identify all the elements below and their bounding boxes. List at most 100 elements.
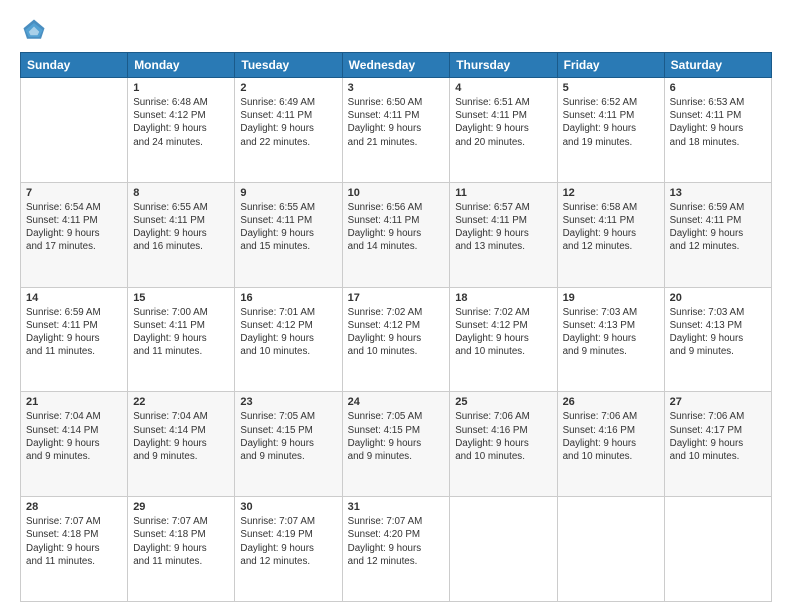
day-info: Sunrise: 7:07 AMSunset: 4:18 PMDaylight:… (26, 515, 122, 568)
weekday-header-saturday: Saturday (664, 53, 771, 78)
page: SundayMondayTuesdayWednesdayThursdayFrid… (0, 0, 792, 612)
week-row-1: 1 Sunrise: 6:48 AMSunset: 4:12 PMDaylight… (21, 78, 772, 183)
day-number: 14 (26, 292, 122, 304)
day-number: 26 (563, 396, 659, 408)
weekday-header-friday: Friday (557, 53, 664, 78)
calendar-cell (557, 497, 664, 602)
day-info: Sunrise: 6:48 AMSunset: 4:12 PMDaylight:… (133, 96, 229, 149)
calendar-cell: 12 Sunrise: 6:58 AMSunset: 4:11 PMDayligh… (557, 182, 664, 287)
day-info: Sunrise: 7:06 AMSunset: 4:17 PMDaylight:… (670, 410, 766, 463)
day-info: Sunrise: 7:03 AMSunset: 4:13 PMDaylight:… (563, 306, 659, 359)
day-info: Sunrise: 6:49 AMSunset: 4:11 PMDaylight:… (240, 96, 336, 149)
day-info: Sunrise: 7:02 AMSunset: 4:12 PMDaylight:… (455, 306, 551, 359)
calendar-cell: 29 Sunrise: 7:07 AMSunset: 4:18 PMDayligh… (128, 497, 235, 602)
calendar-cell: 11Sunrise: 6:57 AMSunset: 4:11 PMDayligh… (450, 182, 557, 287)
day-number: 1 (133, 82, 229, 94)
calendar-cell: 30Sunrise: 7:07 AMSunset: 4:19 PMDayligh… (235, 497, 342, 602)
day-number: 5 (563, 82, 659, 94)
calendar-cell: 6 Sunrise: 6:53 AMSunset: 4:11 PMDaylight… (664, 78, 771, 183)
week-row-4: 21 Sunrise: 7:04 AMSunset: 4:14 PMDayligh… (21, 392, 772, 497)
calendar-cell: 15 Sunrise: 7:00 AMSunset: 4:11 PMDayligh… (128, 287, 235, 392)
day-number: 13 (670, 187, 766, 199)
day-number: 31 (348, 501, 445, 513)
day-info: Sunrise: 6:54 AMSunset: 4:11 PMDaylight:… (26, 201, 122, 254)
calendar-table: SundayMondayTuesdayWednesdayThursdayFrid… (20, 52, 772, 602)
day-info: Sunrise: 6:55 AMSunset: 4:11 PMDaylight:… (133, 201, 229, 254)
day-number: 8 (133, 187, 229, 199)
day-info: Sunrise: 7:07 AMSunset: 4:18 PMDaylight:… (133, 515, 229, 568)
week-row-2: 7 Sunrise: 6:54 AMSunset: 4:11 PMDaylight… (21, 182, 772, 287)
day-number: 10 (348, 187, 445, 199)
day-number: 29 (133, 501, 229, 513)
day-info: Sunrise: 7:04 AMSunset: 4:14 PMDaylight:… (26, 410, 122, 463)
day-number: 19 (563, 292, 659, 304)
week-row-3: 14 Sunrise: 6:59 AMSunset: 4:11 PMDayligh… (21, 287, 772, 392)
day-number: 16 (240, 292, 336, 304)
day-info: Sunrise: 6:58 AMSunset: 4:11 PMDaylight:… (563, 201, 659, 254)
day-number: 25 (455, 396, 551, 408)
day-number: 18 (455, 292, 551, 304)
calendar-cell: 26 Sunrise: 7:06 AMSunset: 4:16 PMDayligh… (557, 392, 664, 497)
day-info: Sunrise: 7:04 AMSunset: 4:14 PMDaylight:… (133, 410, 229, 463)
calendar-cell (450, 497, 557, 602)
calendar-cell: 24 Sunrise: 7:05 AMSunset: 4:15 PMDayligh… (342, 392, 450, 497)
day-number: 24 (348, 396, 445, 408)
calendar-cell: 31 Sunrise: 7:07 AMSunset: 4:20 PMDayligh… (342, 497, 450, 602)
day-number: 3 (348, 82, 445, 94)
weekday-header-tuesday: Tuesday (235, 53, 342, 78)
calendar-cell: 2Sunrise: 6:49 AMSunset: 4:11 PMDaylight… (235, 78, 342, 183)
calendar-cell: 18 Sunrise: 7:02 AMSunset: 4:12 PMDayligh… (450, 287, 557, 392)
weekday-header-thursday: Thursday (450, 53, 557, 78)
day-number: 28 (26, 501, 122, 513)
day-info: Sunrise: 6:53 AMSunset: 4:11 PMDaylight:… (670, 96, 766, 149)
day-number: 4 (455, 82, 551, 94)
day-info: Sunrise: 7:03 AMSunset: 4:13 PMDaylight:… (670, 306, 766, 359)
calendar-cell: 20 Sunrise: 7:03 AMSunset: 4:13 PMDayligh… (664, 287, 771, 392)
day-info: Sunrise: 6:59 AMSunset: 4:11 PMDaylight:… (26, 306, 122, 359)
day-info: Sunrise: 6:52 AMSunset: 4:11 PMDaylight:… (563, 96, 659, 149)
calendar-cell: 4 Sunrise: 6:51 AMSunset: 4:11 PMDaylight… (450, 78, 557, 183)
day-info: Sunrise: 7:06 AMSunset: 4:16 PMDaylight:… (563, 410, 659, 463)
day-number: 7 (26, 187, 122, 199)
day-number: 20 (670, 292, 766, 304)
day-info: Sunrise: 7:05 AMSunset: 4:15 PMDaylight:… (348, 410, 445, 463)
calendar-cell: 10Sunrise: 6:56 AMSunset: 4:11 PMDayligh… (342, 182, 450, 287)
calendar-cell: 21 Sunrise: 7:04 AMSunset: 4:14 PMDayligh… (21, 392, 128, 497)
weekday-header-row: SundayMondayTuesdayWednesdayThursdayFrid… (21, 53, 772, 78)
calendar-cell: 27 Sunrise: 7:06 AMSunset: 4:17 PMDayligh… (664, 392, 771, 497)
calendar-cell: 28 Sunrise: 7:07 AMSunset: 4:18 PMDayligh… (21, 497, 128, 602)
calendar-cell: 1 Sunrise: 6:48 AMSunset: 4:12 PMDaylight… (128, 78, 235, 183)
day-info: Sunrise: 6:51 AMSunset: 4:11 PMDaylight:… (455, 96, 551, 149)
logo (20, 16, 52, 44)
day-info: Sunrise: 7:00 AMSunset: 4:11 PMDaylight:… (133, 306, 229, 359)
calendar-cell: 7 Sunrise: 6:54 AMSunset: 4:11 PMDaylight… (21, 182, 128, 287)
calendar-cell: 16 Sunrise: 7:01 AMSunset: 4:12 PMDayligh… (235, 287, 342, 392)
day-info: Sunrise: 6:55 AMSunset: 4:11 PMDaylight:… (240, 201, 336, 254)
day-number: 15 (133, 292, 229, 304)
day-info: Sunrise: 7:06 AMSunset: 4:16 PMDaylight:… (455, 410, 551, 463)
calendar-cell: 3Sunrise: 6:50 AMSunset: 4:11 PMDaylight… (342, 78, 450, 183)
weekday-header-wednesday: Wednesday (342, 53, 450, 78)
day-number: 9 (240, 187, 336, 199)
calendar-cell: 17 Sunrise: 7:02 AMSunset: 4:12 PMDayligh… (342, 287, 450, 392)
day-info: Sunrise: 7:01 AMSunset: 4:12 PMDaylight:… (240, 306, 336, 359)
weekday-header-sunday: Sunday (21, 53, 128, 78)
day-number: 30 (240, 501, 336, 513)
day-info: Sunrise: 7:05 AMSunset: 4:15 PMDaylight:… (240, 410, 336, 463)
calendar-cell: 23 Sunrise: 7:05 AMSunset: 4:15 PMDayligh… (235, 392, 342, 497)
day-info: Sunrise: 7:07 AMSunset: 4:20 PMDaylight:… (348, 515, 445, 568)
calendar-cell: 8 Sunrise: 6:55 AMSunset: 4:11 PMDaylight… (128, 182, 235, 287)
day-number: 12 (563, 187, 659, 199)
day-number: 21 (26, 396, 122, 408)
calendar-cell: 5 Sunrise: 6:52 AMSunset: 4:11 PMDaylight… (557, 78, 664, 183)
day-number: 6 (670, 82, 766, 94)
day-number: 11 (455, 187, 551, 199)
calendar-cell: 9 Sunrise: 6:55 AMSunset: 4:11 PMDaylight… (235, 182, 342, 287)
day-info: Sunrise: 7:02 AMSunset: 4:12 PMDaylight:… (348, 306, 445, 359)
day-info: Sunrise: 6:59 AMSunset: 4:11 PMDaylight:… (670, 201, 766, 254)
day-number: 17 (348, 292, 445, 304)
week-row-5: 28 Sunrise: 7:07 AMSunset: 4:18 PMDayligh… (21, 497, 772, 602)
day-number: 23 (240, 396, 336, 408)
day-number: 22 (133, 396, 229, 408)
day-number: 27 (670, 396, 766, 408)
